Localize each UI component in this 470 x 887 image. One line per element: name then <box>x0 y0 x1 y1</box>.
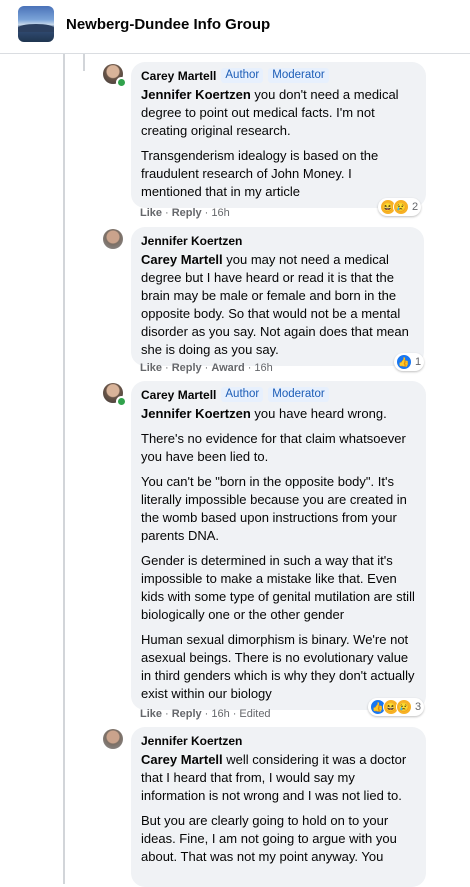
reaction-summary[interactable]: 👍 😆 😢 3 <box>368 698 425 716</box>
comment-actions: Like · Reply · 16h · Edited <box>140 708 271 720</box>
mention-link[interactable]: Jennifer Koertzen <box>141 87 251 102</box>
comment-author[interactable]: Jennifer Koertzen <box>141 234 242 248</box>
avatar[interactable] <box>103 229 123 249</box>
thread-line-nested <box>83 54 85 71</box>
comment-bubble: Jennifer Koertzen Carey Martell you may … <box>131 227 424 366</box>
comment-bubble: Jennifer Koertzen Carey Martell well con… <box>131 727 426 887</box>
comment-paragraph: Human sexual dimorphism is binary. We're… <box>141 632 415 701</box>
comment-bubble: Carey Martell Author Moderator Jennifer … <box>131 62 426 208</box>
comment-timestamp[interactable]: 16h <box>254 362 272 374</box>
moderator-badge: Moderator <box>268 68 329 83</box>
comment-timestamp[interactable]: 16h <box>211 708 229 720</box>
comment-timestamp[interactable]: 16h <box>211 207 229 219</box>
comment-paragraph: Transgenderism idealogy is based on the … <box>141 148 379 199</box>
comment-paragraph: There's no evidence for that claim whats… <box>141 431 406 464</box>
moderator-badge: Moderator <box>268 387 329 402</box>
thread-line-left <box>63 54 65 884</box>
reply-link[interactable]: Reply <box>172 362 202 374</box>
group-header: Newberg-Dundee Info Group <box>0 0 470 54</box>
mention-link[interactable]: Carey Martell <box>141 752 223 767</box>
comment-paragraph: Carey Martell you may not need a medical… <box>141 252 409 357</box>
like-link[interactable]: Like <box>140 207 162 219</box>
award-link[interactable]: Award <box>211 362 244 374</box>
group-title[interactable]: Newberg-Dundee Info Group <box>66 16 270 33</box>
comment-bubble: Carey Martell Author Moderator Jennifer … <box>131 381 426 710</box>
reaction-count: 1 <box>415 356 422 368</box>
group-cover-thumbnail[interactable] <box>18 6 54 42</box>
comment-paragraph: But you are clearly going to hold on to … <box>141 813 397 864</box>
comment-actions: Like · Reply · 16h <box>140 207 230 219</box>
comment-paragraph: Jennifer Koertzen you have heard wrong. <box>141 406 387 421</box>
reaction-summary[interactable]: 👍 1 <box>394 353 425 371</box>
comment-paragraph: Jennifer Koertzen you don't need a medic… <box>141 87 399 138</box>
comment-author[interactable]: Carey Martell <box>141 69 216 83</box>
reaction-count: 2 <box>412 201 419 213</box>
avatar[interactable] <box>103 729 123 749</box>
reaction-count: 3 <box>415 701 422 713</box>
like-link[interactable]: Like <box>140 708 162 720</box>
reply-link[interactable]: Reply <box>172 207 202 219</box>
sad-icon: 😢 <box>393 199 409 215</box>
comment-author[interactable]: Jennifer Koertzen <box>141 734 242 748</box>
comment-paragraph: You can't be "born in the opposite body"… <box>141 474 407 543</box>
reaction-summary[interactable]: 😆 😢 2 <box>378 198 422 216</box>
reply-link[interactable]: Reply <box>172 708 202 720</box>
online-status-dot <box>116 396 127 407</box>
mention-link[interactable]: Carey Martell <box>141 252 223 267</box>
comment-author[interactable]: Carey Martell <box>141 388 216 402</box>
mention-link[interactable]: Jennifer Koertzen <box>141 406 251 421</box>
online-status-dot <box>116 77 127 88</box>
comment-actions: Like · Reply · Award · 16h <box>140 362 273 374</box>
edited-label[interactable]: Edited <box>239 708 270 720</box>
sad-icon: 😢 <box>396 699 412 715</box>
comment-paragraph: Carey Martell well considering it was a … <box>141 752 407 803</box>
like-link[interactable]: Like <box>140 362 162 374</box>
author-badge: Author <box>221 387 264 402</box>
author-badge: Author <box>221 68 264 83</box>
comment-paragraph: Gender is determined in such a way that … <box>141 553 415 622</box>
like-icon: 👍 <box>396 354 412 370</box>
